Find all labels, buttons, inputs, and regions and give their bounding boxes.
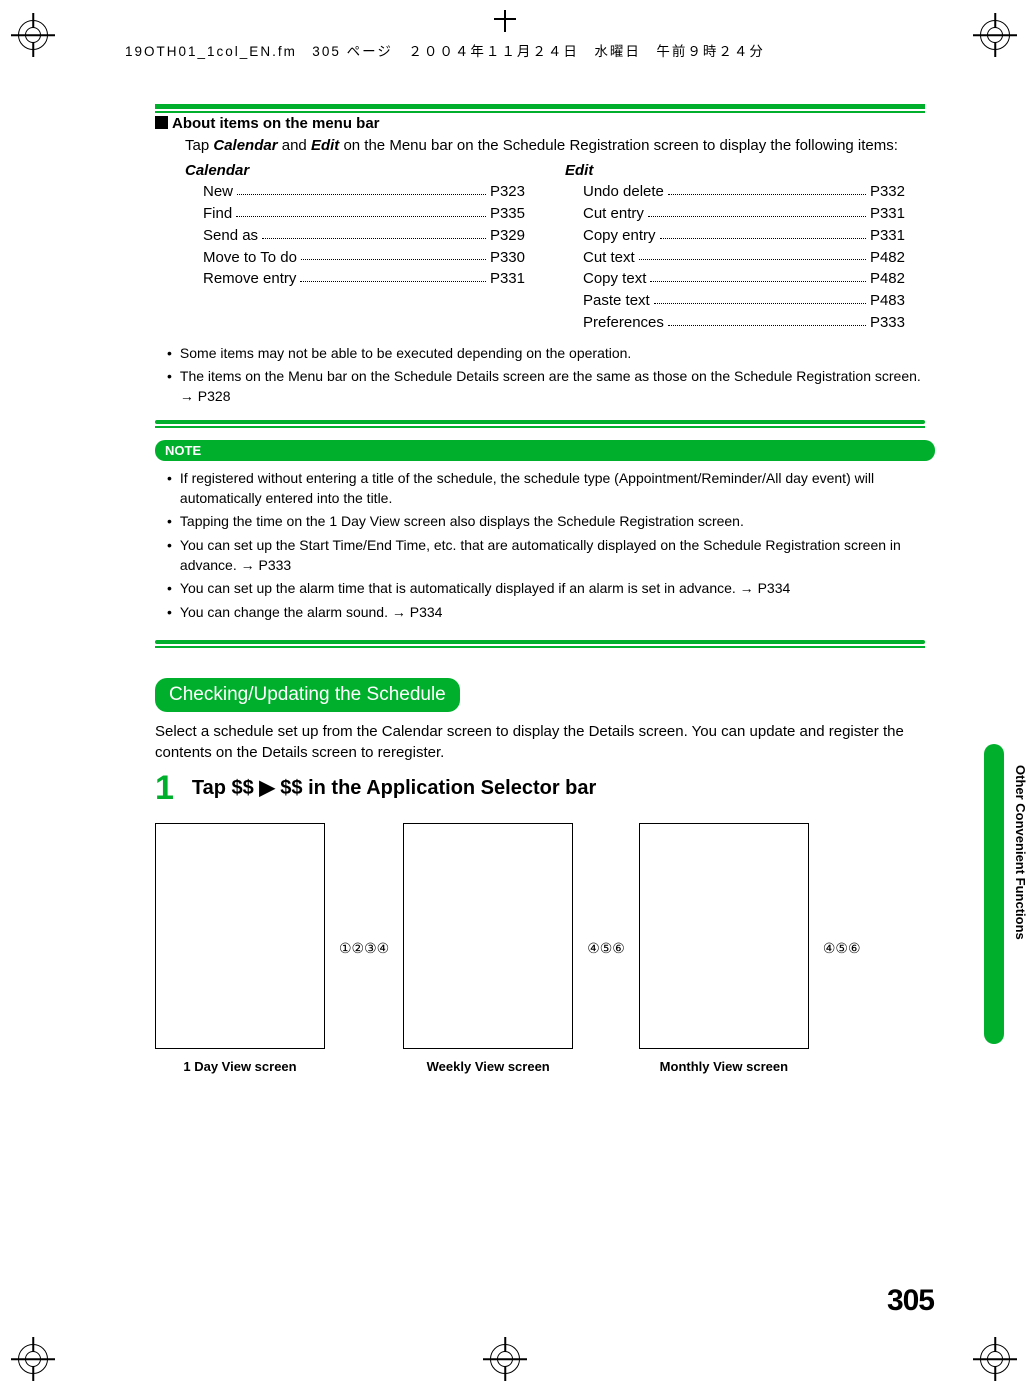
bullet-icon: • xyxy=(167,512,172,532)
step-title: Tap $$ ▶ $$ in the Application Selector … xyxy=(192,775,596,800)
toc-row: Copy textP482 xyxy=(565,268,905,290)
note-text: Tapping the time on the 1 Day View scree… xyxy=(180,512,744,532)
note-list: •If registered without entering a title … xyxy=(167,469,925,622)
notes-above-list: • Some items may not be able to be execut… xyxy=(167,344,925,407)
circled-annot: ④⑤⑥ xyxy=(587,940,625,957)
toc-row: Remove entryP331 xyxy=(185,268,525,290)
toc-row: Paste textP483 xyxy=(565,290,905,312)
circled-annot: ①②③④ xyxy=(339,940,389,957)
weekly-view-screenshot xyxy=(403,823,573,1049)
step-1: 1 Tap $$ ▶ $$ in the Application Selecto… xyxy=(155,771,925,805)
note-text: Some items may not be able to be execute… xyxy=(180,344,631,364)
calendar-column-title: Calendar xyxy=(185,162,525,179)
green-divider xyxy=(155,640,925,644)
calendar-menu-column: Calendar NewP323 FindP335 Send asP329 Mo… xyxy=(185,162,525,333)
toc-row: Undo deleteP332 xyxy=(565,181,905,203)
toc-row: Copy entryP331 xyxy=(565,225,905,247)
section-title: Checking/Updating the Schedule xyxy=(155,678,460,712)
bullet-icon: • xyxy=(167,469,172,508)
side-tab-label: Other Convenient Functions xyxy=(1006,765,1028,940)
circled-annot: ④⑤⑥ xyxy=(823,940,861,957)
menu-columns: Calendar NewP323 FindP335 Send asP329 Mo… xyxy=(185,162,925,333)
green-divider xyxy=(155,104,925,109)
page-number: 305 xyxy=(887,1284,934,1318)
toc-row: FindP335 xyxy=(185,203,525,225)
toc-row: Cut textP482 xyxy=(565,247,905,269)
day-view-screenshot xyxy=(155,823,325,1049)
toc-row: PreferencesP333 xyxy=(565,312,905,334)
note-heading-pill: NOTE xyxy=(155,440,935,461)
toc-row: Move to To doP330 xyxy=(185,247,525,269)
green-divider xyxy=(155,420,925,424)
note-text: If registered without entering a title o… xyxy=(180,469,925,508)
about-heading: About items on the menu bar xyxy=(155,115,925,132)
note-text: You can change the alarm sound. → P334 xyxy=(180,603,443,623)
note-text: You can set up the Start Time/End Time, … xyxy=(180,536,925,575)
toc-row: Cut entryP331 xyxy=(565,203,905,225)
side-tab-accent xyxy=(984,744,1004,1044)
bullet-icon: • xyxy=(167,603,172,623)
toc-row: NewP323 xyxy=(185,181,525,203)
about-title-text: About items on the menu bar xyxy=(172,115,380,132)
edit-menu-column: Edit Undo deleteP332 Cut entryP331 Copy … xyxy=(565,162,905,333)
step-number: 1 xyxy=(155,771,174,805)
bullet-icon: • xyxy=(167,344,172,364)
source-file-header: 19OTH01_1col_EN.fm 305 ページ ２００４年１１月２４日 水… xyxy=(125,40,765,60)
note-text: You can set up the alarm time that is au… xyxy=(180,579,790,599)
screen-row: 1 Day View screen ①②③④ Weekly View scree… xyxy=(155,823,925,1074)
bullet-icon: • xyxy=(167,367,172,406)
note-text: The items on the Menu bar on the Schedul… xyxy=(180,367,925,406)
bullet-icon: • xyxy=(167,536,172,575)
edit-column-title: Edit xyxy=(565,162,905,179)
monthly-view-screenshot xyxy=(639,823,809,1049)
screen-label: Weekly View screen xyxy=(403,1059,573,1074)
section-description: Select a schedule set up from the Calend… xyxy=(155,722,925,763)
square-bullet-icon xyxy=(155,116,168,129)
about-intro: Tap Calendar and Edit on the Menu bar on… xyxy=(185,136,925,156)
screen-label: 1 Day View screen xyxy=(155,1059,325,1074)
toc-row: Send asP329 xyxy=(185,225,525,247)
screen-label: Monthly View screen xyxy=(639,1059,809,1074)
bullet-icon: • xyxy=(167,579,172,599)
